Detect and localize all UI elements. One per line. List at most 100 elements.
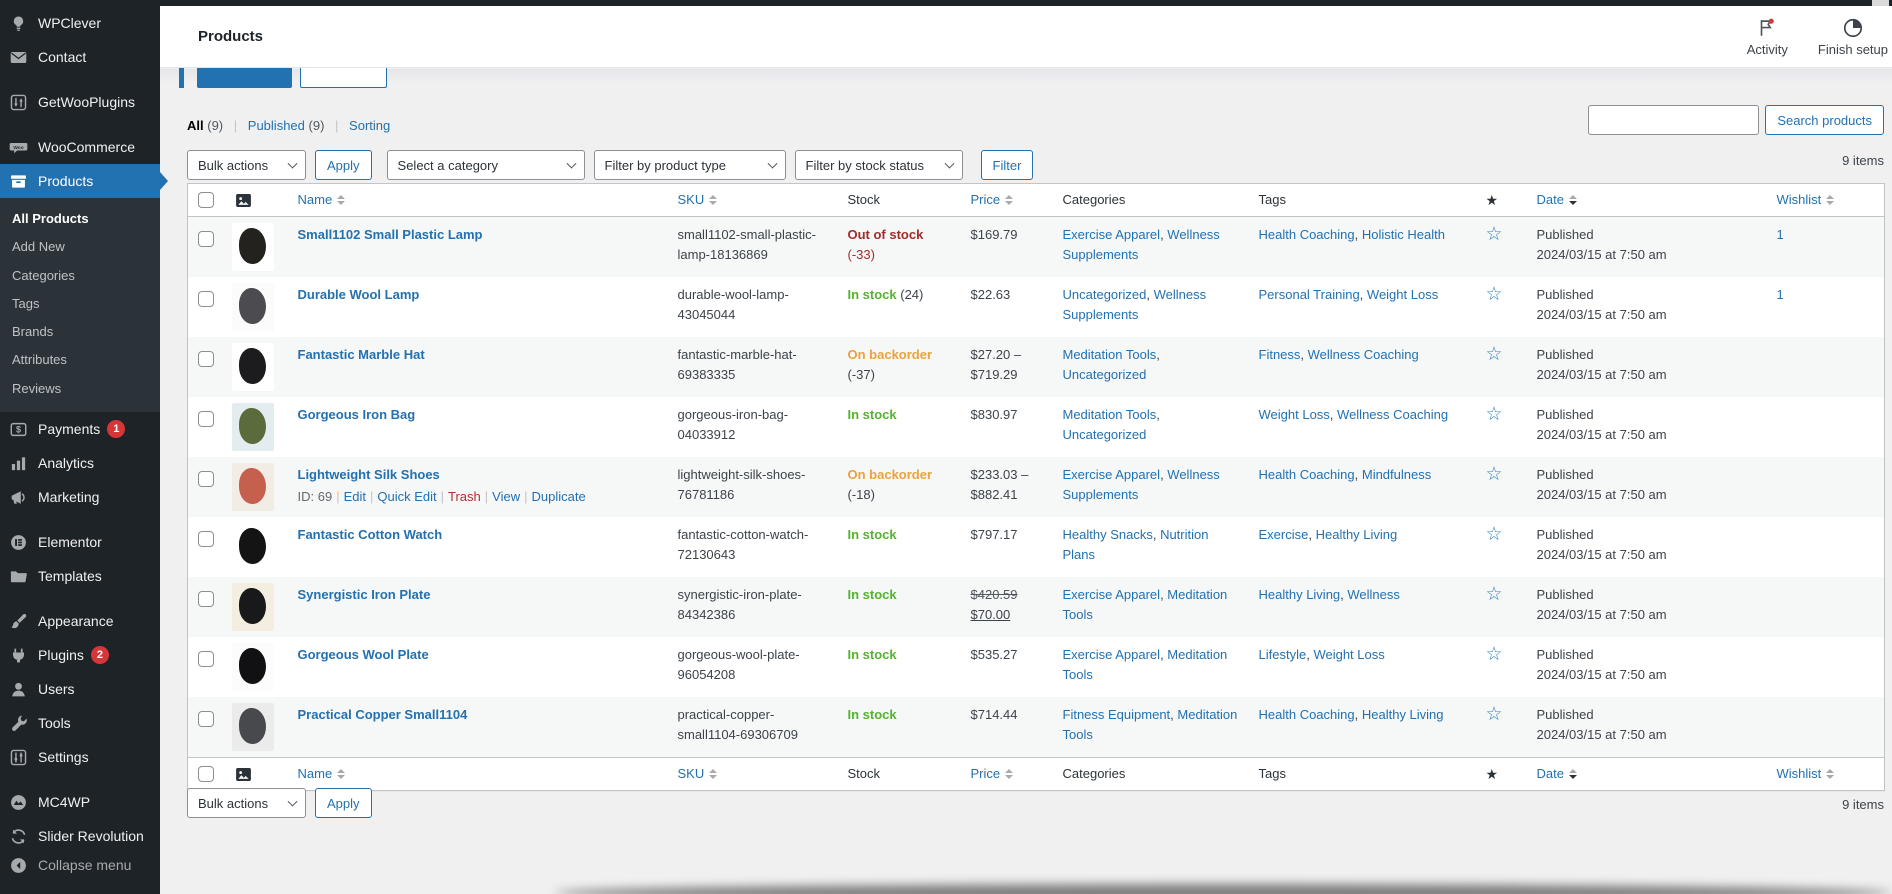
submenu-item-categories[interactable]: Categories (0, 262, 160, 290)
sidebar-item-plugins[interactable]: Plugins2 (0, 638, 160, 672)
wishlist-count-link[interactable]: 1 (1777, 287, 1784, 302)
submenu-item-attributes[interactable]: Attributes (0, 346, 160, 374)
tag-link[interactable]: Wellness Coaching (1308, 347, 1419, 362)
tag-link[interactable]: Weight Loss (1367, 287, 1438, 302)
category-link[interactable]: Exercise Apparel (1063, 227, 1161, 242)
row-checkbox[interactable] (198, 531, 214, 547)
sort-by-sku[interactable]: SKU (678, 764, 718, 784)
tag-link[interactable]: Weight Loss (1313, 647, 1384, 662)
featured-star-icon[interactable]: ☆ (1486, 404, 1503, 425)
featured-star-icon[interactable]: ☆ (1486, 524, 1503, 545)
tag-link[interactable]: Wellness (1347, 587, 1400, 602)
product-thumbnail[interactable] (232, 223, 274, 271)
featured-star-icon[interactable]: ☆ (1486, 704, 1503, 725)
sidebar-item-getwooplugins[interactable]: GetWooPlugins (0, 85, 160, 119)
tag-link[interactable]: Healthy Living (1259, 587, 1341, 602)
tag-link[interactable]: Mindfulness (1362, 467, 1431, 482)
category-link[interactable]: Healthy Snacks (1063, 527, 1153, 542)
product-name-link[interactable]: Fantastic Marble Hat (298, 347, 425, 362)
search-products-button[interactable]: Search products (1765, 105, 1884, 135)
tag-link[interactable]: Health Coaching (1259, 707, 1355, 722)
stock-status-filter-select[interactable]: Filter by stock status (795, 150, 963, 180)
collapse-menu-button[interactable]: Collapse menu (0, 848, 160, 882)
tag-link[interactable]: Wellness Coaching (1337, 407, 1448, 422)
product-thumbnail[interactable] (232, 343, 274, 391)
sidebar-item-analytics[interactable]: Analytics (0, 446, 160, 480)
sidebar-item-contact[interactable]: Contact (0, 40, 160, 74)
product-thumbnail[interactable] (232, 403, 274, 451)
sidebar-item-elementor[interactable]: Elementor (0, 525, 160, 559)
apply-button[interactable]: Apply (315, 150, 372, 180)
product-thumbnail[interactable] (232, 703, 274, 751)
apply-button[interactable]: Apply (315, 788, 372, 818)
product-name-link[interactable]: Practical Copper Small1104 (298, 707, 468, 722)
sidebar-item-products[interactable]: Products (0, 164, 160, 198)
category-link[interactable]: Fitness Equipment (1063, 707, 1171, 722)
sort-by-sku[interactable]: SKU (678, 190, 718, 210)
featured-star-icon[interactable]: ☆ (1486, 584, 1503, 605)
sort-by-date[interactable]: Date (1537, 190, 1577, 210)
row-checkbox[interactable] (198, 651, 214, 667)
sort-by-price[interactable]: Price (971, 190, 1014, 210)
product-type-filter-select[interactable]: Filter by product type (594, 150, 786, 180)
sidebar-item-appearance[interactable]: Appearance (0, 604, 160, 638)
row-checkbox[interactable] (198, 471, 214, 487)
tag-link[interactable]: Holistic Health (1362, 227, 1445, 242)
sidebar-item-mc4wp[interactable]: MC4WP (0, 785, 160, 819)
product-name-link[interactable]: Durable Wool Lamp (298, 287, 420, 302)
category-link[interactable]: Exercise Apparel (1063, 647, 1161, 662)
product-name-link[interactable]: Gorgeous Wool Plate (298, 647, 429, 662)
tag-link[interactable]: Lifestyle (1259, 647, 1307, 662)
category-filter-select[interactable]: Select a category (387, 150, 585, 180)
tag-link[interactable]: Healthy Living (1316, 527, 1398, 542)
sidebar-item-marketing[interactable]: Marketing (0, 480, 160, 514)
featured-star-icon[interactable]: ☆ (1486, 224, 1503, 245)
sidebar-item-wpclever[interactable]: WPClever (0, 6, 160, 40)
row-action-view[interactable]: View (492, 489, 520, 504)
row-checkbox[interactable] (198, 231, 214, 247)
tag-link[interactable]: Healthy Living (1362, 707, 1444, 722)
category-link[interactable]: Uncategorized (1063, 367, 1147, 382)
sidebar-item-payments[interactable]: $Payments1 (0, 412, 160, 446)
row-action-duplicate[interactable]: Duplicate (532, 489, 586, 504)
sort-by-wishlist[interactable]: Wishlist (1777, 764, 1835, 784)
featured-star-icon[interactable]: ☆ (1486, 284, 1503, 305)
tag-link[interactable]: Fitness (1259, 347, 1301, 362)
submenu-item-all-products[interactable]: All Products (0, 205, 160, 233)
product-name-link[interactable]: Small1102 Small Plastic Lamp (298, 227, 483, 242)
bulk-actions-select[interactable]: Bulk actions (187, 788, 306, 818)
activity-button[interactable]: Activity (1747, 17, 1788, 57)
category-link[interactable]: Exercise Apparel (1063, 587, 1161, 602)
row-action-trash[interactable]: Trash (448, 489, 481, 504)
view-all-link[interactable]: All (187, 118, 204, 133)
wishlist-count-link[interactable]: 1 (1777, 227, 1784, 242)
product-name-link[interactable]: Synergistic Iron Plate (298, 587, 431, 602)
category-link[interactable]: Uncategorized (1063, 427, 1147, 442)
featured-star-icon[interactable]: ☆ (1486, 644, 1503, 665)
category-link[interactable]: Uncategorized (1063, 287, 1147, 302)
product-thumbnail[interactable] (232, 523, 274, 571)
category-link[interactable]: Exercise Apparel (1063, 467, 1161, 482)
tag-link[interactable]: Health Coaching (1259, 227, 1355, 242)
product-thumbnail[interactable] (232, 463, 274, 511)
product-thumbnail[interactable] (232, 583, 274, 631)
product-thumbnail[interactable] (232, 283, 274, 331)
category-link[interactable]: Meditation Tools (1063, 407, 1157, 422)
product-thumbnail[interactable] (232, 643, 274, 691)
featured-star-icon[interactable]: ☆ (1486, 464, 1503, 485)
sort-by-wishlist[interactable]: Wishlist (1777, 190, 1835, 210)
row-checkbox[interactable] (198, 411, 214, 427)
submenu-item-brands[interactable]: Brands (0, 318, 160, 346)
sort-by-name[interactable]: Name (298, 190, 346, 210)
bulk-actions-select[interactable]: Bulk actions (187, 150, 306, 180)
sort-by-price[interactable]: Price (971, 764, 1014, 784)
tag-link[interactable]: Exercise (1259, 527, 1309, 542)
row-checkbox[interactable] (198, 711, 214, 727)
view-sorting-link[interactable]: Sorting (349, 118, 390, 133)
cropped-secondary-button[interactable] (300, 65, 387, 88)
row-checkbox[interactable] (198, 591, 214, 607)
tag-link[interactable]: Personal Training (1259, 287, 1360, 302)
row-action-quick-edit[interactable]: Quick Edit (377, 489, 436, 504)
row-checkbox[interactable] (198, 291, 214, 307)
submenu-item-reviews[interactable]: Reviews (0, 375, 160, 403)
